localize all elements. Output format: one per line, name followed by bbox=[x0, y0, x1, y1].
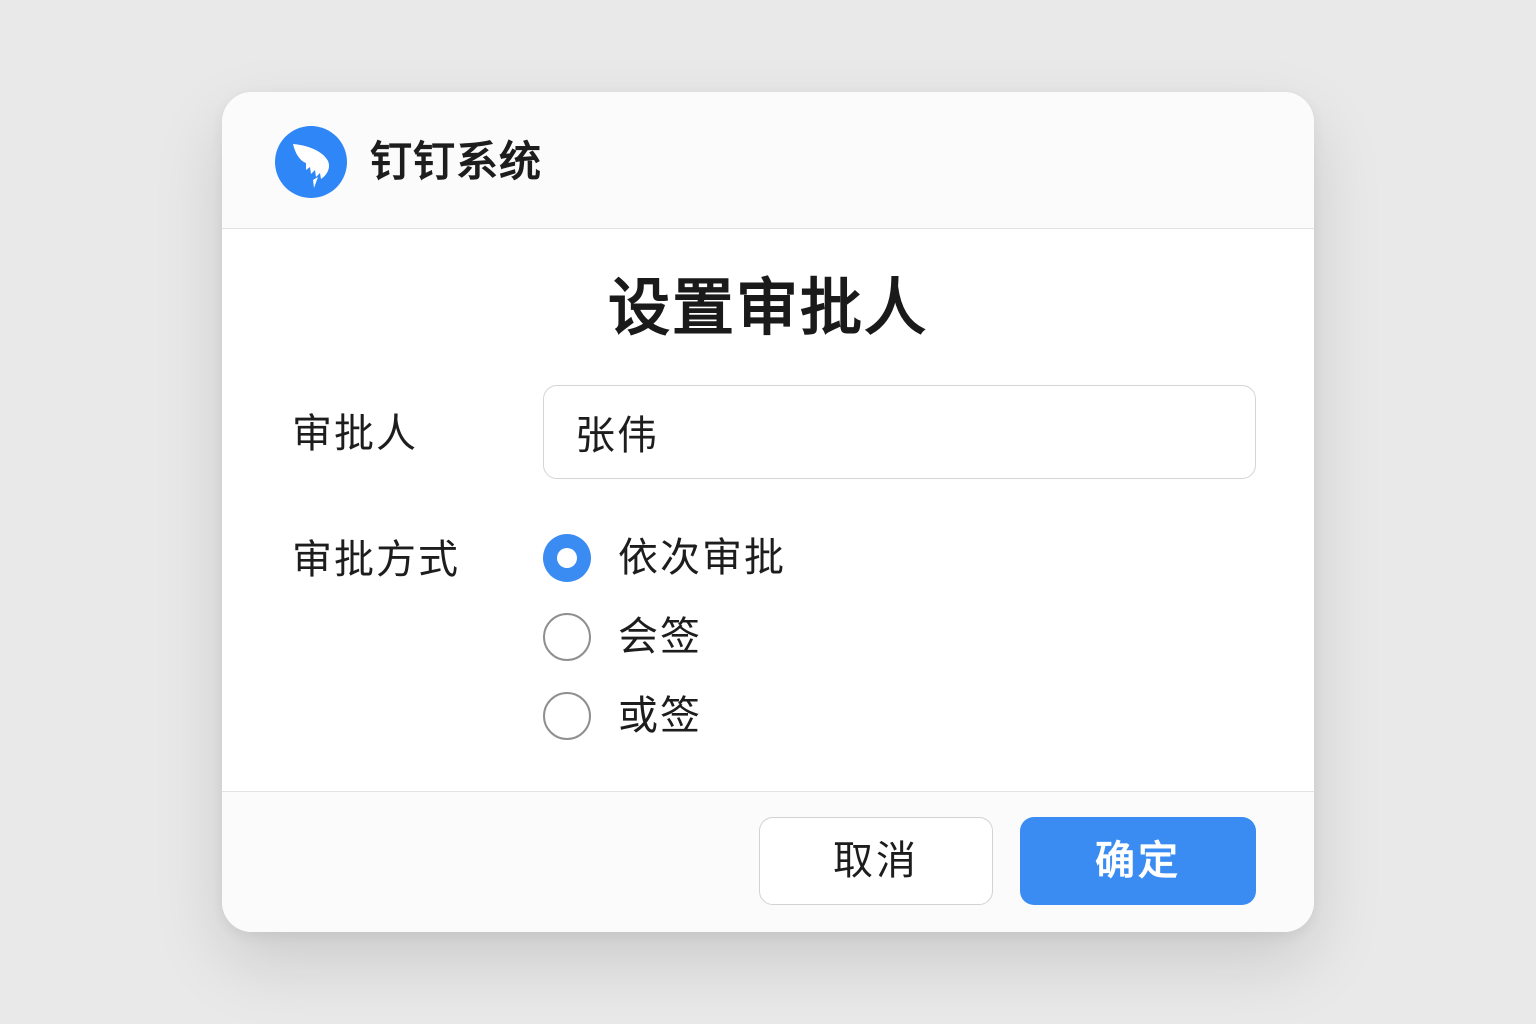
radio-label: 依次审批 bbox=[618, 535, 786, 581]
dialog-title: 设置审批人 bbox=[607, 271, 928, 344]
radio-option-countersign[interactable]: 会签 bbox=[543, 612, 702, 662]
approver-input[interactable] bbox=[543, 385, 1256, 479]
cancel-button[interactable]: 取消 bbox=[759, 817, 993, 905]
radio-label: 会签 bbox=[618, 614, 702, 660]
approver-label: 审批人 bbox=[292, 411, 418, 457]
radio-button-checked[interactable] bbox=[543, 534, 591, 582]
dialog-footer: 取消 确定 bbox=[222, 791, 1314, 932]
radio-option-sequential[interactable]: 依次审批 bbox=[543, 533, 786, 583]
radio-button[interactable] bbox=[543, 692, 591, 740]
dingtalk-logo-icon bbox=[275, 126, 347, 198]
radio-label: 或签 bbox=[618, 693, 702, 739]
radio-button[interactable] bbox=[543, 613, 591, 661]
approval-method-label: 审批方式 bbox=[292, 537, 460, 583]
approver-dialog: 钉钉系统 设置审批人 审批人 审批方式 依次审批 会签 或签 取消 确定 bbox=[222, 92, 1314, 932]
app-title: 钉钉系统 bbox=[370, 137, 543, 186]
confirm-button[interactable]: 确定 bbox=[1020, 817, 1256, 905]
radio-option-or-sign[interactable]: 或签 bbox=[543, 691, 702, 741]
dialog-header: 钉钉系统 bbox=[222, 92, 1314, 229]
